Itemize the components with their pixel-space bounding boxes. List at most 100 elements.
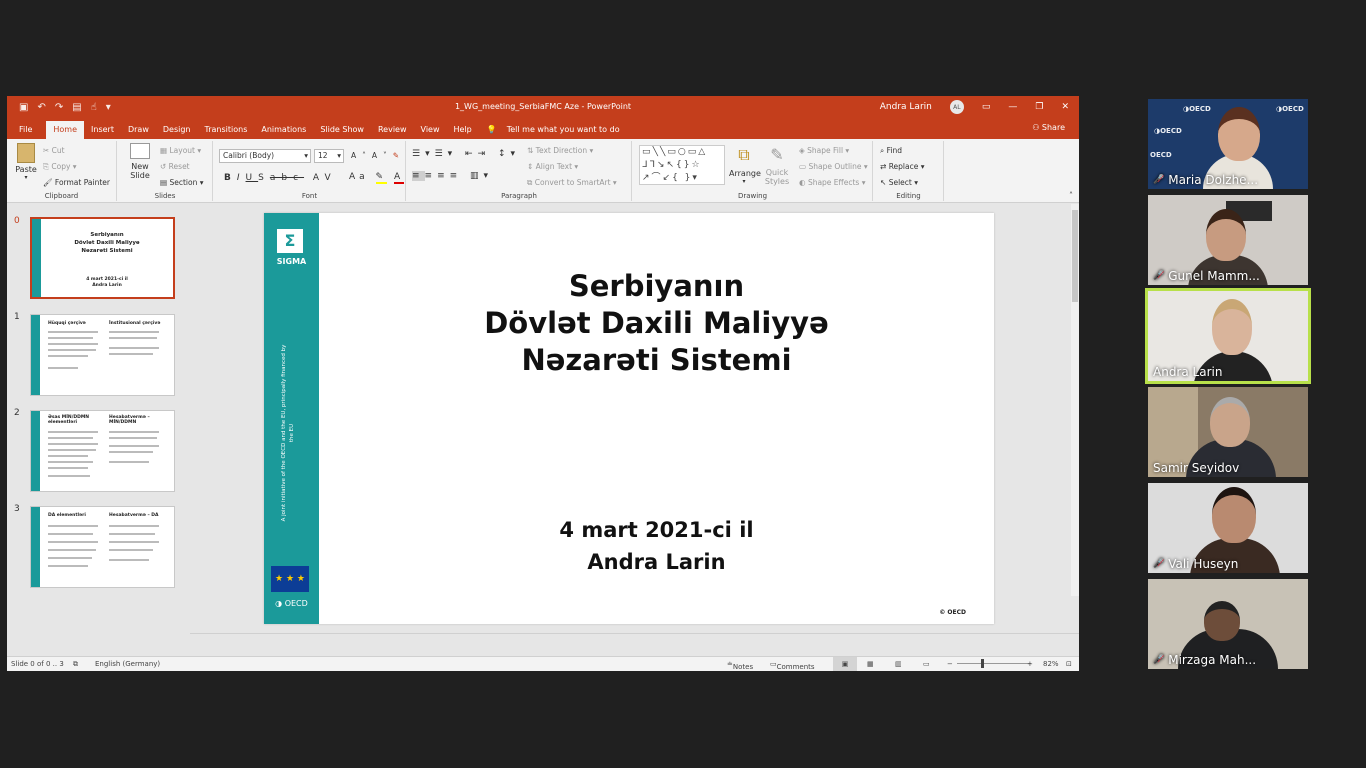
tab-transitions[interactable]: Transitions	[198, 121, 255, 139]
slideshow-icon[interactable]: ▭	[923, 660, 930, 668]
shape-effects-button[interactable]: ◐ Shape Effects ▾	[799, 178, 865, 187]
font-size-field[interactable]: 12 ▾	[314, 149, 344, 163]
undo-icon[interactable]: ↶	[37, 102, 45, 113]
video-tile-5[interactable]: 🎤̸ Vali Huseyn	[1148, 483, 1308, 573]
align-left-icon[interactable]: ≡	[412, 171, 425, 181]
layout-button[interactable]: ▦ Layout ▾	[160, 146, 201, 155]
font-color-buttons[interactable]: Aa ✎ A	[349, 172, 405, 184]
new-slide-label: New	[131, 162, 149, 171]
thumb-left-title: Əsas MİN/DDMN elementləri	[48, 415, 90, 425]
align-buttons[interactable]: ≡≡≡≡ ▥▾	[412, 171, 493, 181]
zoom-out-icon[interactable]: −	[947, 660, 953, 668]
cut-button[interactable]: ✂ Cut	[43, 146, 65, 155]
current-slide[interactable]: Σ SIGMA A joint initiative of the OECD a…	[264, 213, 994, 624]
video-tile-2[interactable]: 🎤̸ Gunel Mamm...	[1148, 195, 1308, 285]
slide-presenter: Andra Larin	[587, 550, 726, 574]
align-text-button[interactable]: ⇕ Align Text ▾	[527, 162, 578, 171]
slide-title[interactable]: Serbiyanın Dövlət Daxili Maliyyə Nəzarət…	[319, 268, 994, 379]
font-style-buttons[interactable]: BIUSabc AV	[224, 173, 337, 183]
font-color-icon[interactable]: A	[393, 172, 405, 184]
video-tile-active-speaker[interactable]: Andra Larin	[1145, 288, 1311, 384]
collapse-ribbon-icon[interactable]: ˄	[1069, 191, 1073, 200]
reading-view-icon[interactable]: ▥	[895, 660, 902, 668]
touch-mode-icon[interactable]: ☝	[91, 102, 97, 113]
slide-thumbnail-1[interactable]: Hüquqi çərçivə İnstitusional çərçivə	[30, 314, 175, 396]
new-slide-button[interactable]: New Slide	[126, 143, 154, 180]
avatar[interactable]: AL	[949, 100, 964, 114]
list-buttons[interactable]: ☰▾☰▾ ⇤⇥ ↕▾	[412, 149, 520, 159]
reset-button[interactable]: ↺ Reset	[160, 162, 190, 171]
clear-format-icon[interactable]: ✎	[393, 151, 405, 160]
tab-view[interactable]: View	[414, 121, 447, 139]
minimize-icon[interactable]: —	[1008, 102, 1017, 112]
select-button[interactable]: ↖ Select ▾	[880, 178, 918, 187]
convert-smartart-button[interactable]: ⧉ Convert to SmartArt ▾	[527, 178, 617, 188]
notes-area[interactable]	[190, 633, 1079, 656]
layout-label: Layout	[169, 146, 195, 155]
zoom-slider[interactable]	[957, 663, 1031, 664]
language-indicator[interactable]: English (Germany)	[95, 660, 160, 668]
slide-thumbnail-3[interactable]: DA elementləri Hesabatvermə – DA	[30, 506, 175, 588]
scrollbar-thumb[interactable]	[1072, 210, 1078, 302]
tab-insert[interactable]: Insert	[84, 121, 121, 139]
oecd-banner-logo: OECD	[1150, 151, 1172, 159]
arrange-button[interactable]: ⧉ Arrange ▾	[729, 145, 761, 185]
video-tile-6[interactable]: 🎤̸ Mirzaga Mah...	[1148, 579, 1308, 669]
font-name-field[interactable]: Calibri (Body) ▾	[219, 149, 311, 163]
customize-qat-icon[interactable]: ▾	[106, 102, 111, 113]
normal-view-icon[interactable]: ▣	[833, 657, 857, 671]
thumb-teal-bar	[31, 315, 40, 395]
fit-to-window-icon[interactable]: ⊡	[1066, 660, 1072, 668]
close-icon[interactable]: ✕	[1061, 102, 1069, 112]
zoom-level[interactable]: 82%	[1043, 660, 1059, 668]
quick-styles-label-2: Styles	[764, 177, 790, 186]
lightbulb-icon: 💡	[486, 125, 497, 134]
tab-animations[interactable]: Animations	[254, 121, 313, 139]
present-icon[interactable]: ▤	[72, 102, 81, 113]
shape-fill-button[interactable]: ◈ Shape Fill ▾	[799, 146, 849, 155]
quick-styles-button[interactable]: ✎ Quick Styles	[763, 145, 791, 186]
ribbon-display-icon[interactable]: ▭	[982, 102, 991, 112]
replace-button[interactable]: ⇄ Replace ▾	[880, 162, 925, 171]
copy-button[interactable]: ⎘ Copy ▾	[43, 162, 77, 172]
tab-review[interactable]: Review	[371, 121, 414, 139]
section-button[interactable]: ▤ Section ▾	[160, 178, 204, 187]
tab-help[interactable]: Help	[447, 121, 479, 139]
accessibility-icon[interactable]: ⧉	[73, 660, 78, 669]
paste-button[interactable]: Paste ▾	[13, 143, 39, 181]
thumb-title-2: Dövlət Daxili Maliyyə	[74, 240, 140, 246]
participant-name: Samir Seyidov	[1153, 461, 1239, 475]
slide-subtitle[interactable]: 4 mart 2021-ci il Andra Larin	[319, 514, 994, 578]
user-name[interactable]: Andra Larin	[880, 102, 932, 112]
zoom-slider-thumb[interactable]	[981, 659, 984, 668]
restore-icon[interactable]: ❐	[1035, 102, 1043, 112]
zoom-in-icon[interactable]: +	[1027, 660, 1033, 668]
tab-draw[interactable]: Draw	[121, 121, 156, 139]
find-button[interactable]: ⌕ Find	[880, 146, 902, 156]
slide-sorter-icon[interactable]: ▦	[867, 660, 874, 668]
redo-icon[interactable]: ↷	[55, 102, 63, 113]
notes-button[interactable]: ≐ Notes	[727, 660, 753, 671]
shape-outline-button[interactable]: ▭ Shape Outline ▾	[799, 162, 868, 171]
slide-thumbnail-0[interactable]: Serbiyanın Dövlət Daxili Maliyyə Nəzarət…	[30, 217, 175, 299]
video-tile-1[interactable]: ◑OECD ◑OECD ◑OECD OECD 🎤̸ Maria Dolzhe...	[1148, 99, 1308, 189]
slide-thumbnail-2[interactable]: Əsas MİN/DDMN elementləri Hesabatvermə –…	[30, 410, 175, 492]
tab-file[interactable]: File	[7, 121, 46, 139]
title-bar: ▣ ↶ ↷ ▤ ☝ ▾ 1_WG_meeting_SerbiaFMC Aze -…	[7, 96, 1079, 118]
tab-design[interactable]: Design	[156, 121, 198, 139]
tell-me-search[interactable]: Tell me what you want to do	[507, 121, 620, 139]
autosave-icon[interactable]: ▣	[19, 102, 28, 113]
vertical-scrollbar[interactable]	[1071, 204, 1079, 596]
text-direction-button[interactable]: ⇅ Text Direction ▾	[527, 146, 593, 155]
highlight-icon[interactable]: ✎	[375, 172, 388, 184]
video-tile-4[interactable]: Samir Seyidov	[1148, 387, 1308, 477]
tab-slide-show[interactable]: Slide Show	[313, 121, 371, 139]
paragraph-group: ☰▾☰▾ ⇤⇥ ↕▾ ≡≡≡≡ ▥▾ ⇅ Text Direction ▾ ⇕ …	[407, 141, 632, 201]
tab-home[interactable]: Home	[46, 121, 85, 139]
shapes-gallery[interactable]: ▭╲╲▭○▭△ ᒧᒣ↘↖{}☆ ↗⌒↙{ }▾	[639, 145, 725, 185]
share-button[interactable]: ⚇ Share	[1032, 123, 1065, 132]
comments-button[interactable]: ▭ Comments	[770, 660, 815, 671]
font-size-buttons[interactable]: A˄A˅✎	[351, 151, 405, 160]
format-painter-button[interactable]: 🖌 Format Painter	[43, 178, 110, 187]
thumb-right-title: Hesabatvermə – DA	[109, 513, 159, 518]
